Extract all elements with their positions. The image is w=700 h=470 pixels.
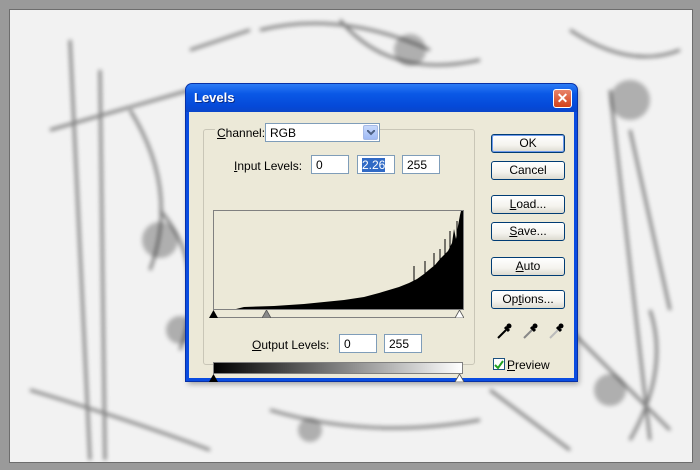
channel-select-value: RGB	[270, 126, 297, 140]
input-white-field[interactable]: 255	[402, 155, 440, 174]
input-black-slider-icon[interactable]	[209, 310, 218, 318]
dialog-title: Levels	[194, 90, 235, 105]
chevron-down-icon[interactable]	[363, 125, 378, 140]
preview-checkbox[interactable]	[493, 358, 505, 370]
input-gamma-field[interactable]: 2.26	[357, 155, 395, 174]
levels-dialog: Levels ✕ Channel: RGB Input Levels: 0 2.…	[186, 84, 577, 382]
dialog-body: Channel: RGB Input Levels: 0 2.26 255 Ou…	[189, 112, 574, 382]
black-eyedropper-icon[interactable]	[496, 322, 512, 340]
cancel-button[interactable]: Cancel	[491, 161, 565, 180]
output-black-slider-icon[interactable]	[209, 374, 218, 382]
input-levels-label: Input Levels:	[234, 159, 303, 173]
options-button[interactable]: Options...	[491, 290, 565, 309]
ok-button[interactable]: OK	[491, 134, 565, 153]
input-white-slider-icon[interactable]	[455, 310, 464, 318]
close-icon[interactable]: ✕	[553, 89, 572, 108]
preview-label[interactable]: Preview	[507, 358, 550, 372]
channel-label: Channel:	[215, 126, 268, 140]
white-eyedropper-icon[interactable]	[548, 322, 564, 340]
output-gradient-bar	[213, 362, 463, 374]
title-bar[interactable]: Levels ✕	[186, 84, 577, 112]
output-white-slider-icon[interactable]	[455, 374, 464, 382]
input-gamma-slider-icon[interactable]	[262, 310, 271, 318]
check-icon	[494, 360, 504, 370]
input-slider-track	[213, 317, 463, 318]
channel-select[interactable]: RGB	[265, 123, 380, 142]
gray-eyedropper-icon[interactable]	[522, 322, 538, 340]
auto-button[interactable]: Auto	[491, 257, 565, 276]
histogram-plot	[236, 211, 463, 309]
input-black-field[interactable]: 0	[311, 155, 349, 174]
output-levels-label: Output Levels:	[252, 338, 330, 352]
load-button[interactable]: Load...	[491, 195, 565, 214]
histogram	[213, 210, 464, 310]
save-button[interactable]: Save...	[491, 222, 565, 241]
output-white-field[interactable]: 255	[384, 334, 422, 353]
output-black-field[interactable]: 0	[339, 334, 377, 353]
